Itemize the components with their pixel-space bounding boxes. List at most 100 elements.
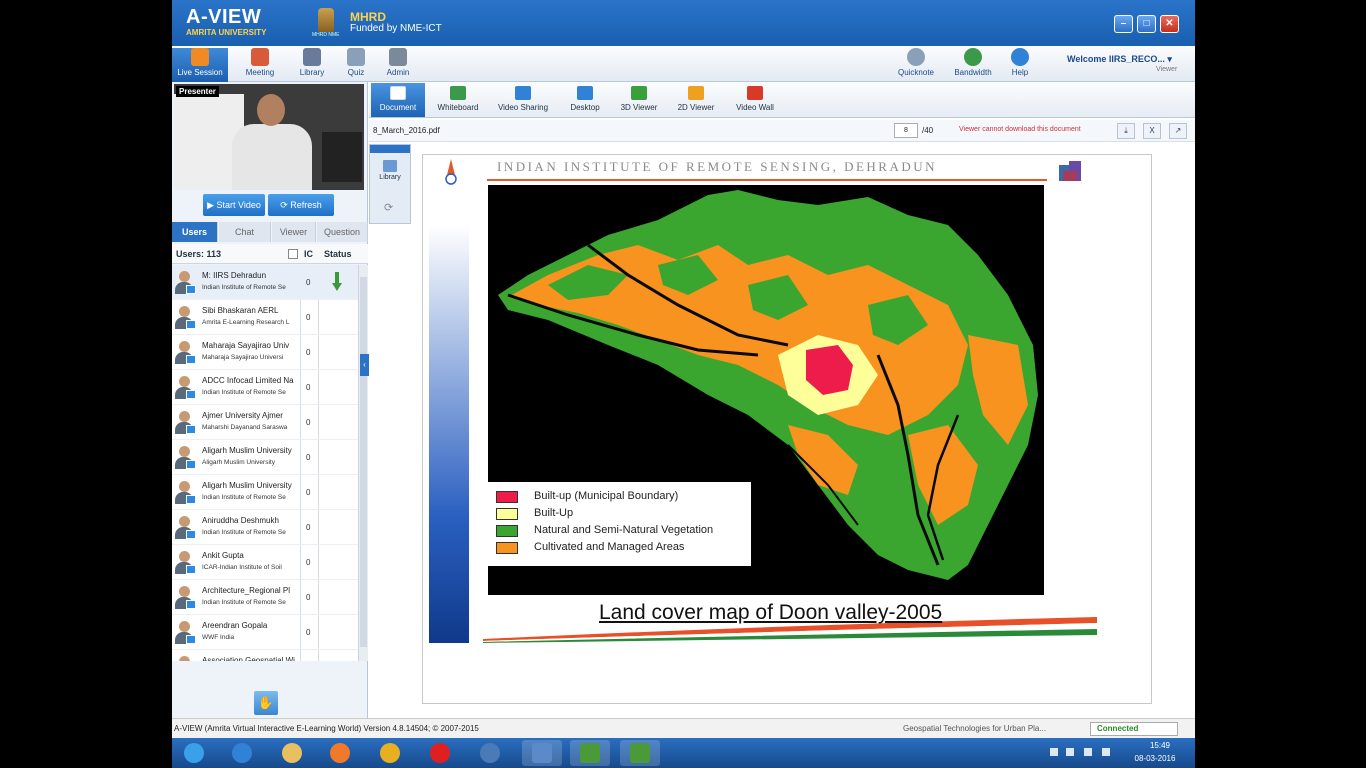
scroll-thumb[interactable]	[360, 277, 367, 647]
internet-explorer-taskbar-button[interactable]	[222, 740, 262, 766]
start-video-button[interactable]: ▶ Start Video	[203, 194, 265, 216]
user-organization: Indian Institute of Remote Se	[202, 599, 286, 606]
user-row[interactable]: Sibi Bhaskaran AERL Amrita E-Learning Res…	[172, 300, 358, 335]
title-bar: A-VIEW AMRITA UNIVERSITY MHRD NME MHRD F…	[172, 0, 1195, 46]
volume-icon[interactable]	[1102, 748, 1110, 756]
legend-item: Natural and Semi-Natural Vegetation	[496, 524, 746, 538]
presenter-tag: Presenter	[176, 86, 219, 97]
user-row[interactable]: Ankit Gupta ICAR-Indian Institute of Soil…	[172, 545, 358, 580]
user-row[interactable]: Areendran Gopala WWF India 0	[172, 615, 358, 650]
slide-header: INDIAN INSTITUTE OF REMOTE SENSING, DEHR…	[497, 159, 938, 174]
tab-desktop[interactable]: Desktop	[561, 83, 609, 117]
user-ic-count: 0	[306, 313, 311, 322]
user-list-scrollbar[interactable]	[358, 265, 368, 661]
tab-chat[interactable]: Chat	[219, 222, 271, 242]
toolbar-label: Quicknote	[897, 68, 935, 77]
module-label: 3D Viewer	[620, 103, 658, 112]
tab-whiteboard[interactable]: Whiteboard	[429, 83, 487, 117]
camtasia-recorder-taskbar-button[interactable]	[620, 740, 660, 766]
minimize-button[interactable]: –	[1114, 15, 1133, 33]
video-sharing-icon	[515, 86, 531, 100]
collapse-panel-button[interactable]: ‹	[360, 354, 369, 376]
toolbar-quicknote[interactable]: Quicknote	[888, 48, 944, 82]
chrome-taskbar-button[interactable]	[370, 740, 410, 766]
library-icon	[303, 48, 321, 66]
tray-time: 15:49	[1149, 741, 1171, 750]
user-ic-count: 0	[306, 383, 311, 392]
a-view-taskbar-taskbar-button[interactable]	[522, 740, 562, 766]
version-text: A-VIEW (Amrita Virtual Interactive E-Lea…	[174, 724, 479, 733]
quicknote-icon	[907, 48, 925, 66]
content-panel: Document Whiteboard Video Sharing Desktop 3D…	[369, 82, 1195, 718]
file-explorer-icon	[282, 743, 302, 763]
connection-status: Connected	[1090, 722, 1178, 736]
legend-item: Built-Up	[496, 507, 746, 521]
module-label: Desktop	[570, 103, 600, 112]
raise-hand-button[interactable]: ✋	[254, 691, 278, 715]
legend-label: Built-up (Municipal Boundary)	[534, 490, 679, 502]
left-tabs: Users Chat Viewer Question	[172, 222, 368, 242]
flag-icon[interactable]	[1066, 748, 1074, 756]
module-label: 2D Viewer	[677, 103, 715, 112]
windows-taskbar: 15:49 08-03-2016	[172, 738, 1195, 768]
user-row[interactable]: ADCC Infocad Limited Na Indian Institute …	[172, 370, 358, 405]
show-hidden-icons-icon[interactable]	[1050, 748, 1058, 756]
user-avatar-icon	[174, 376, 196, 400]
user-row[interactable]: Ajmer University Ajmer Maharshi Dayanand …	[172, 405, 358, 440]
tab-document[interactable]: Document	[371, 83, 425, 117]
iirs-logo-icon	[445, 159, 457, 185]
toolbar-meeting[interactable]: Meeting	[232, 48, 288, 82]
maximize-button[interactable]: □	[1137, 15, 1156, 33]
tab-video-sharing[interactable]: Video Sharing	[489, 83, 557, 117]
start-taskbar-button[interactable]	[174, 740, 214, 766]
close-button[interactable]: ✕	[1160, 15, 1179, 33]
quiz-icon	[347, 48, 365, 66]
camtasia-taskbar-button[interactable]	[570, 740, 610, 766]
user-avatar-icon	[174, 446, 196, 470]
toolbar-admin[interactable]: Admin	[370, 48, 426, 82]
user-organization: ICAR-Indian Institute of Soil	[202, 564, 282, 571]
user-row[interactable]: Aniruddha Deshmukh Indian Institute of Re…	[172, 510, 358, 545]
refresh-button[interactable]: ⟳ Refresh	[268, 194, 334, 216]
file-explorer-taskbar-button[interactable]	[272, 740, 312, 766]
user-row[interactable]: Association Geospatial Wi	[172, 650, 358, 661]
user-row[interactable]: Maharaja Sayajirao Univ Maharaja Sayajira…	[172, 335, 358, 370]
user-organization: Maharaja Sayajirao Universi	[202, 354, 284, 361]
expand-icon[interactable]: ↗	[1169, 123, 1187, 139]
close-document-icon[interactable]: X	[1143, 123, 1161, 139]
user-row[interactable]: Aligarh Muslim University Indian Institut…	[172, 475, 358, 510]
module-tabs: Document Whiteboard Video Sharing Desktop 3D…	[369, 82, 1195, 118]
opera-taskbar-button[interactable]	[420, 740, 460, 766]
toolbar-help[interactable]: Help	[992, 48, 1048, 82]
user-row[interactable]: M: IIRS Dehradun Indian Institute of Remo…	[172, 265, 358, 300]
page-number-input[interactable]: 8	[894, 123, 918, 138]
bird-app-taskbar-button[interactable]	[470, 740, 510, 766]
user-name: Ankit Gupta	[202, 551, 244, 560]
legend-label: Natural and Semi-Natural Vegetation	[534, 524, 714, 536]
user-list: M: IIRS Dehradun Indian Institute of Remo…	[172, 265, 368, 661]
tab-3d-viewer[interactable]: 3D Viewer	[613, 83, 665, 117]
network-icon[interactable]	[1084, 748, 1092, 756]
download-icon[interactable]: ⤓	[1117, 123, 1135, 139]
user-row[interactable]: Aligarh Muslim University Aligarh Muslim …	[172, 440, 358, 475]
building-logo-icon	[1059, 161, 1081, 181]
document-slide: INDIAN INSTITUTE OF REMOTE SENSING, DEHR…	[422, 154, 1152, 704]
welcome-user-menu[interactable]: Welcome IIRS_RECO... ▾	[1067, 54, 1172, 65]
tab-video-wall[interactable]: Video Wall	[727, 83, 783, 117]
toolbar-live-session[interactable]: Live Session	[172, 48, 228, 82]
sync-icon[interactable]: ⟳	[384, 201, 393, 214]
library-button[interactable]: Library	[373, 159, 407, 189]
user-avatar-icon	[174, 656, 196, 661]
tab-question[interactable]: Question	[317, 222, 368, 242]
legend-item: Cultivated and Managed Areas	[496, 541, 746, 555]
tab-viewer[interactable]: Viewer	[272, 222, 316, 242]
media-player-taskbar-button[interactable]	[320, 740, 360, 766]
tab-users[interactable]: Users	[172, 222, 218, 242]
user-row[interactable]: Architecture_Regional Pl Indian Institute…	[172, 580, 358, 615]
select-all-checkbox[interactable]	[288, 249, 298, 259]
camtasia-icon	[580, 743, 600, 763]
admin-icon	[389, 48, 407, 66]
user-ic-count: 0	[306, 593, 311, 602]
tab-2d-viewer[interactable]: 2D Viewer	[669, 83, 723, 117]
module-label: Video Sharing	[497, 103, 549, 112]
